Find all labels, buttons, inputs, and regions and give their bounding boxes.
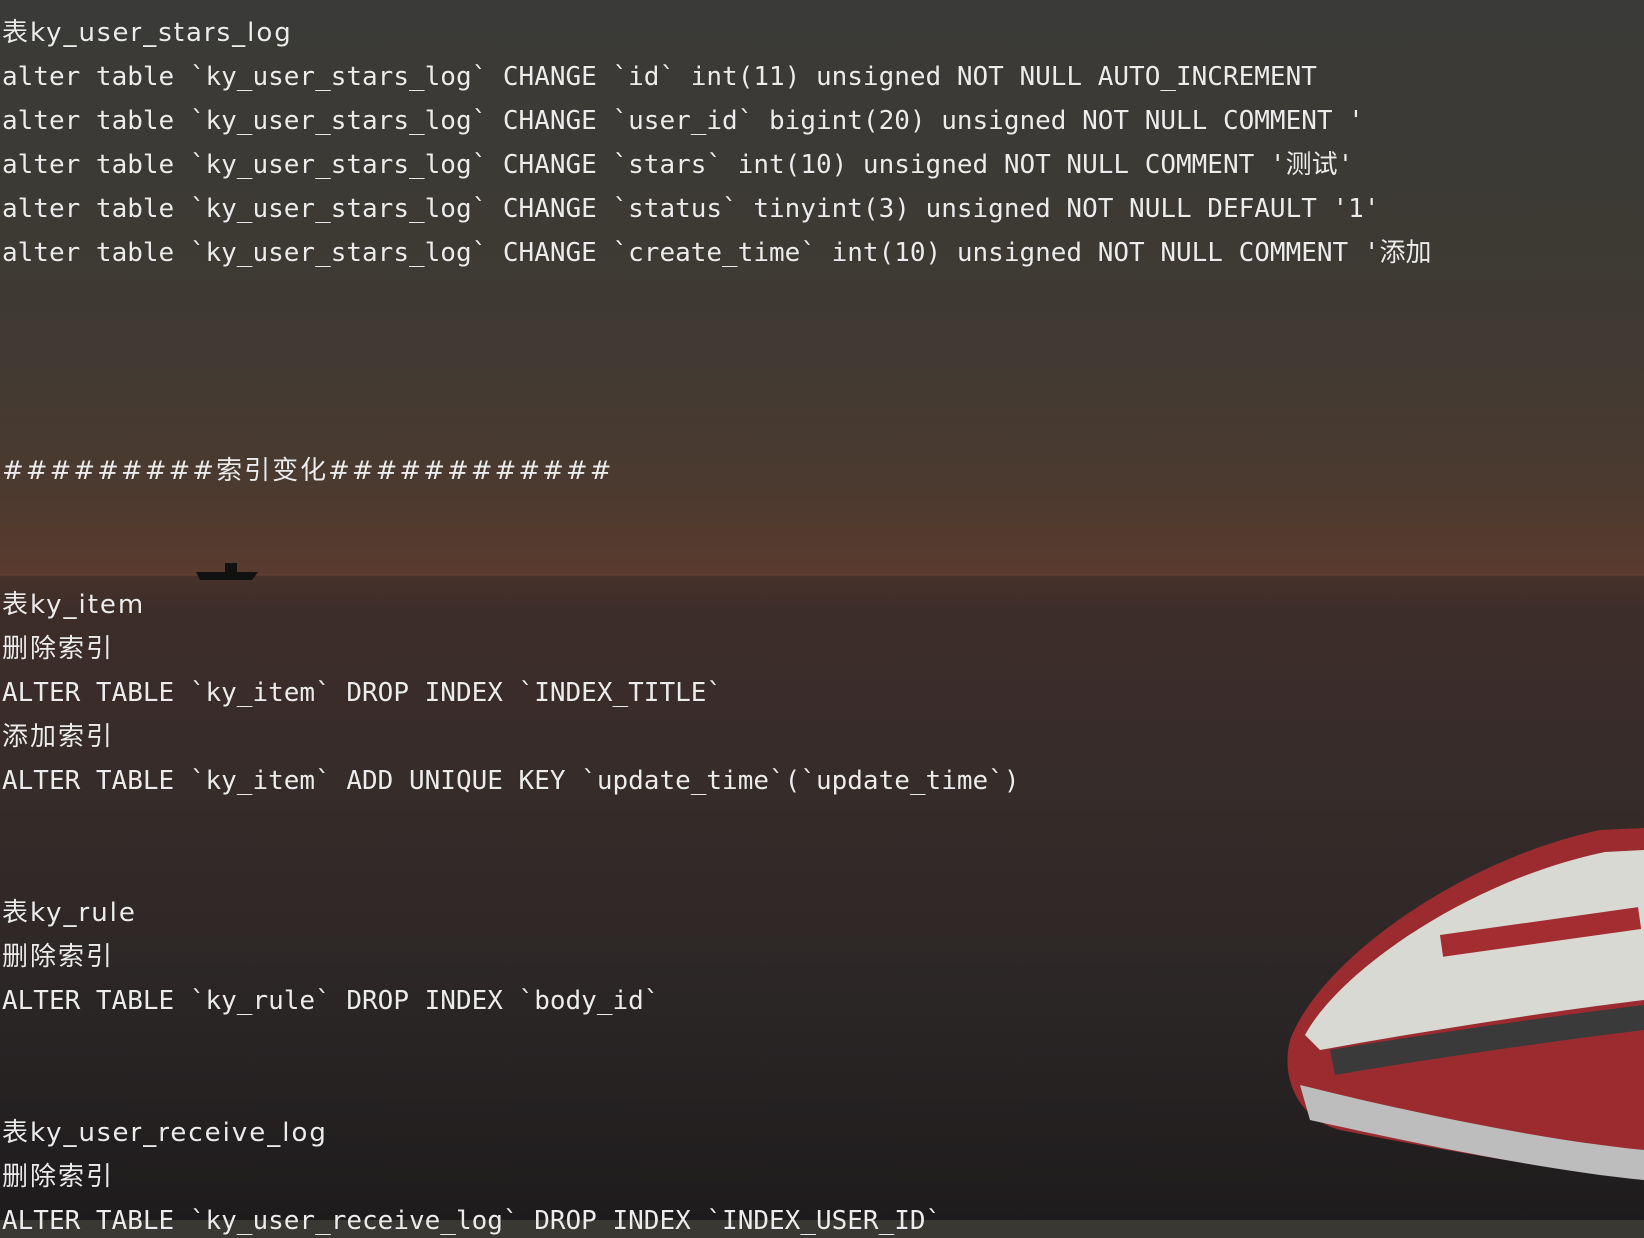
table-title: 表ky_user_stars_log — [2, 18, 293, 48]
sql-statement: ALTER TABLE `ky_item` DROP INDEX `INDEX_… — [2, 678, 723, 708]
drop-index-label: 删除索引 — [2, 942, 115, 972]
add-index-label: 添加索引 — [2, 722, 115, 752]
sql-statement: alter table `ky_user_stars_log` CHANGE `… — [2, 238, 1432, 268]
sql-statement: ALTER TABLE `ky_rule` DROP INDEX `body_i… — [2, 986, 660, 1016]
table-title: 表ky_item — [2, 590, 146, 620]
sql-statement: alter table `ky_user_stars_log` CHANGE `… — [2, 194, 1396, 224]
index-section-header: #########索引变化############ — [2, 456, 614, 486]
table-title: 表ky_user_receive_log — [2, 1118, 328, 1148]
sql-statement: alter table `ky_user_stars_log` CHANGE `… — [2, 62, 1317, 92]
sql-statement: ALTER TABLE `ky_user_receive_log` DROP I… — [2, 1206, 942, 1236]
terminal-output: 表ky_user_stars_log alter table `ky_user_… — [0, 0, 1644, 1236]
drop-index-label: 删除索引 — [2, 1162, 115, 1192]
table-title: 表ky_rule — [2, 898, 137, 928]
drop-index-label: 删除索引 — [2, 634, 115, 664]
sql-statement: alter table `ky_user_stars_log` CHANGE `… — [2, 150, 1354, 180]
sql-statement: alter table `ky_user_stars_log` CHANGE `… — [2, 106, 1364, 136]
sql-statement: ALTER TABLE `ky_item` ADD UNIQUE KEY `up… — [2, 766, 1020, 796]
